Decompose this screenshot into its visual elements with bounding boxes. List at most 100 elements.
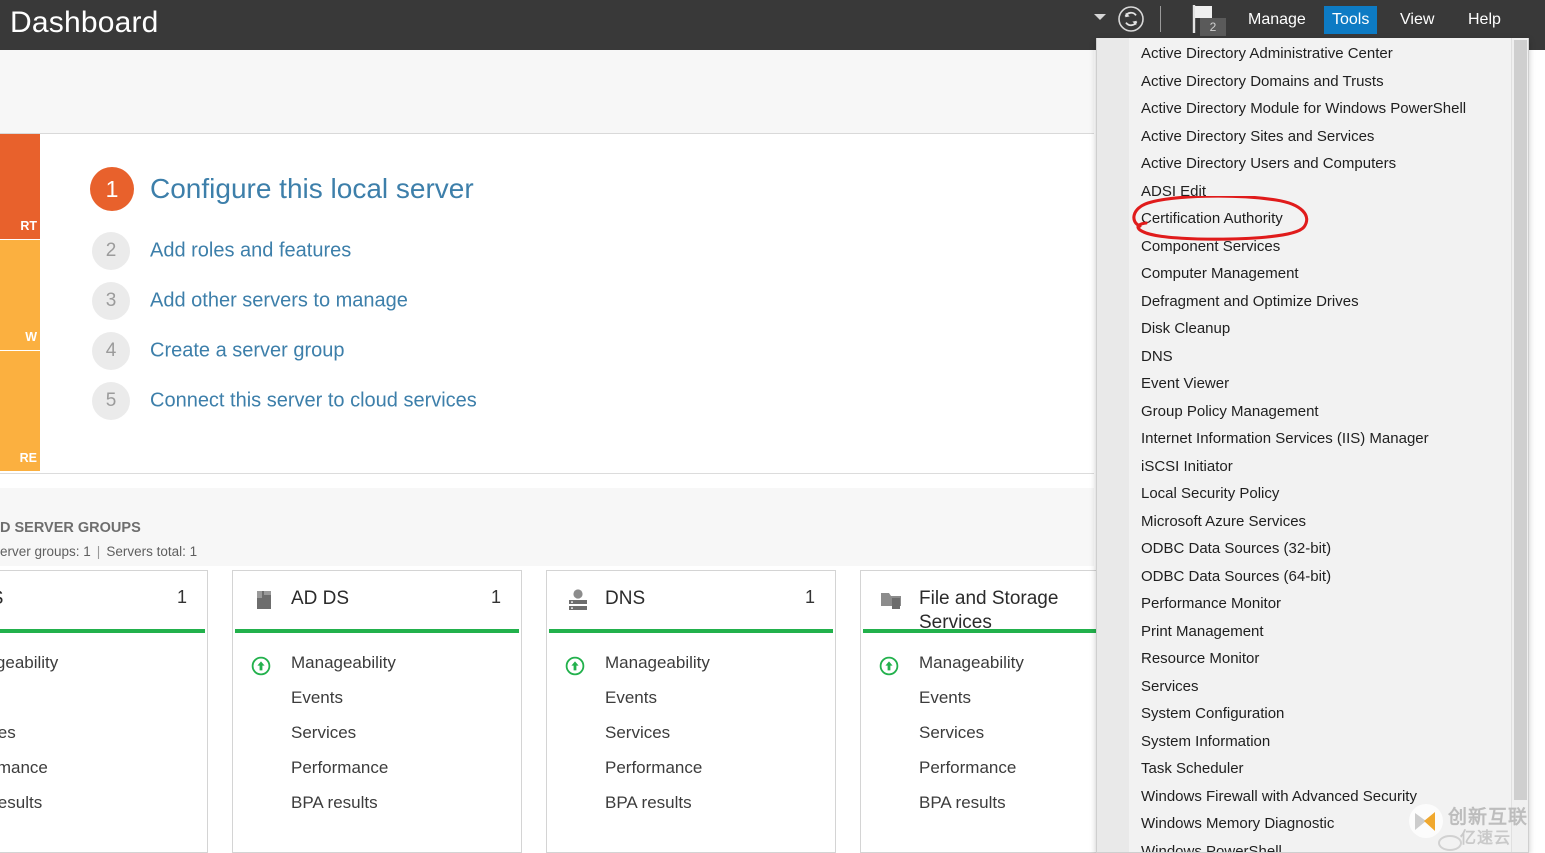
role-row-services[interactable]: Services xyxy=(547,715,835,750)
role-row-events[interactable]: Events xyxy=(233,680,521,715)
summary-separator: | xyxy=(96,544,101,559)
menu-item-event-viewer[interactable]: Event Viewer xyxy=(1097,370,1528,398)
roles-section-summary: erver groups: 1 | Servers total: 1 xyxy=(0,544,197,559)
role-row-label: Events xyxy=(605,688,657,707)
step-number-4: 4 xyxy=(92,332,130,370)
role-row-label: Performance xyxy=(605,758,703,777)
tools-menu-scrollbar[interactable] xyxy=(1511,38,1528,852)
step-link-create-server-group[interactable]: Create a server group xyxy=(150,340,345,363)
menu-item-group-policy-management[interactable]: Group Policy Management xyxy=(1097,398,1528,426)
menu-tools[interactable]: Tools xyxy=(1324,6,1378,34)
role-card-adcs[interactable]: CS 1 hageability nts vices formance xyxy=(0,570,208,853)
role-row-bpa-results[interactable]: A results xyxy=(0,785,207,820)
role-row-performance[interactable]: Performance xyxy=(233,750,521,785)
role-row-label: Services xyxy=(919,723,985,742)
page-title: Dashboard xyxy=(10,6,159,39)
menu-item-internet-information-services-manager[interactable]: Internet Information Services (IIS) Mana… xyxy=(1097,425,1528,453)
role-row-label: vices xyxy=(0,723,16,742)
step-number-5: 5 xyxy=(92,382,130,420)
role-row-events[interactable]: Events xyxy=(547,680,835,715)
role-row-performance[interactable]: Performance xyxy=(547,750,835,785)
chevron-down-icon[interactable] xyxy=(1094,14,1106,20)
menu-item-system-configuration[interactable]: System Configuration xyxy=(1097,700,1528,728)
tools-menu-item-list: Active Directory Administrative Center A… xyxy=(1097,40,1528,852)
role-row-manageability[interactable]: Manageability xyxy=(233,645,521,680)
role-card-rows: hageability nts vices formance A results xyxy=(0,633,207,820)
role-row-label: Services xyxy=(291,723,357,742)
role-card-header: AD DS 1 xyxy=(233,571,521,629)
welcome-banner: TO SERVER MANAGER xyxy=(0,50,1094,149)
role-card-dns[interactable]: DNS 1 Manageability Events Services Perf… xyxy=(546,570,836,853)
menu-item-dns[interactable]: DNS xyxy=(1097,343,1528,371)
menu-manage[interactable]: Manage xyxy=(1240,6,1314,34)
role-card-rows: Manageability Events Services Performanc… xyxy=(547,633,835,820)
roles-section-header: D SERVER GROUPS erver groups: 1 | Servers … xyxy=(0,488,1094,566)
refresh-icon[interactable] xyxy=(1116,4,1146,34)
menu-item-local-security-policy[interactable]: Local Security Policy xyxy=(1097,480,1528,508)
role-row-services[interactable]: vices xyxy=(0,715,207,750)
role-card-header: CS 1 xyxy=(0,571,207,629)
role-row-bpa-results[interactable]: BPA results xyxy=(233,785,521,820)
menu-item-print-management[interactable]: Print Management xyxy=(1097,618,1528,646)
tools-dropdown-menu[interactable]: Active Directory Administrative Center A… xyxy=(1096,38,1529,853)
role-row-label: Manageability xyxy=(291,653,396,672)
step-number-2: 2 xyxy=(92,232,130,270)
menu-item-active-directory-administrative-center[interactable]: Active Directory Administrative Center xyxy=(1097,40,1528,68)
role-row-services[interactable]: Services xyxy=(233,715,521,750)
role-row-label: Performance xyxy=(919,758,1017,777)
server-groups-count: erver groups: 1 xyxy=(0,544,91,559)
menu-item-active-directory-sites-and-services[interactable]: Active Directory Sites and Services xyxy=(1097,123,1528,151)
menu-item-odbc-data-sources-64-bit[interactable]: ODBC Data Sources (64-bit) xyxy=(1097,563,1528,591)
menu-item-defragment-and-optimize-drives[interactable]: Defragment and Optimize Drives xyxy=(1097,288,1528,316)
manageability-up-icon xyxy=(565,653,585,676)
menu-item-system-information[interactable]: System Information xyxy=(1097,728,1528,756)
watermark: 创新互联 亿速云 xyxy=(1404,800,1545,853)
role-row-label: Manageability xyxy=(919,653,1024,672)
menu-item-computer-management[interactable]: Computer Management xyxy=(1097,260,1528,288)
tile-quick-start[interactable]: RT xyxy=(0,134,40,239)
menu-help[interactable]: Help xyxy=(1460,6,1509,34)
menu-item-active-directory-domains-and-trusts[interactable]: Active Directory Domains and Trusts xyxy=(1097,68,1528,96)
servers-total-count: Servers total: 1 xyxy=(106,544,198,559)
toolbar-divider xyxy=(1160,6,1161,32)
tools-menu-scrollbar-thumb[interactable] xyxy=(1514,40,1527,800)
quick-start-panel: RT W RE 1 Configure this local server 2 … xyxy=(0,134,1094,474)
menu-item-component-services[interactable]: Component Services xyxy=(1097,233,1528,261)
step-link-add-other-servers[interactable]: Add other servers to manage xyxy=(150,290,408,313)
role-card-count: 1 xyxy=(804,587,815,607)
menu-item-disk-cleanup[interactable]: Disk Cleanup xyxy=(1097,315,1528,343)
role-card-name: DNS xyxy=(605,588,646,609)
menu-item-task-scheduler[interactable]: Task Scheduler xyxy=(1097,755,1528,783)
menu-item-services[interactable]: Services xyxy=(1097,673,1528,701)
role-row-events[interactable]: nts xyxy=(0,680,207,715)
role-card-count: 1 xyxy=(176,587,187,607)
role-row-bpa-results[interactable]: BPA results xyxy=(547,785,835,820)
role-row-manageability[interactable]: hageability xyxy=(0,645,207,680)
menu-item-microsoft-azure-services[interactable]: Microsoft Azure Services xyxy=(1097,508,1528,536)
step-link-add-roles-and-features[interactable]: Add roles and features xyxy=(150,240,351,263)
menu-item-certification-authority[interactable]: Certification Authority xyxy=(1097,205,1528,233)
step-link-configure-local-server[interactable]: Configure this local server xyxy=(150,173,474,205)
role-row-label: Manageability xyxy=(605,653,710,672)
menu-item-active-directory-module-for-windows-powershell[interactable]: Active Directory Module for Windows Powe… xyxy=(1097,95,1528,123)
tile-learn-more[interactable]: RE xyxy=(0,351,40,471)
role-row-manageability[interactable]: Manageability xyxy=(547,645,835,680)
menu-view[interactable]: View xyxy=(1392,6,1442,34)
menu-item-odbc-data-sources-32-bit[interactable]: ODBC Data Sources (32-bit) xyxy=(1097,535,1528,563)
role-row-label: Events xyxy=(919,688,971,707)
role-card-adds[interactable]: AD DS 1 Manageability Events Services Pe… xyxy=(232,570,522,853)
role-row-label: Events xyxy=(291,688,343,707)
menu-item-adsi-edit[interactable]: ADSI Edit xyxy=(1097,178,1528,206)
tile-whats-new[interactable]: W xyxy=(0,240,40,350)
step-link-connect-cloud-services[interactable]: Connect this server to cloud services xyxy=(150,390,477,413)
role-row-label: A results xyxy=(0,793,43,812)
menu-item-resource-monitor[interactable]: Resource Monitor xyxy=(1097,645,1528,673)
menu-item-performance-monitor[interactable]: Performance Monitor xyxy=(1097,590,1528,618)
role-card-count: 1 xyxy=(490,587,501,607)
menu-item-iscsi-initiator[interactable]: iSCSI Initiator xyxy=(1097,453,1528,481)
menu-item-active-directory-users-and-computers[interactable]: Active Directory Users and Computers xyxy=(1097,150,1528,178)
dns-icon xyxy=(565,587,591,613)
role-card-name: AD DS xyxy=(291,588,350,609)
role-row-performance[interactable]: formance xyxy=(0,750,207,785)
role-row-label: hageability xyxy=(0,653,59,672)
